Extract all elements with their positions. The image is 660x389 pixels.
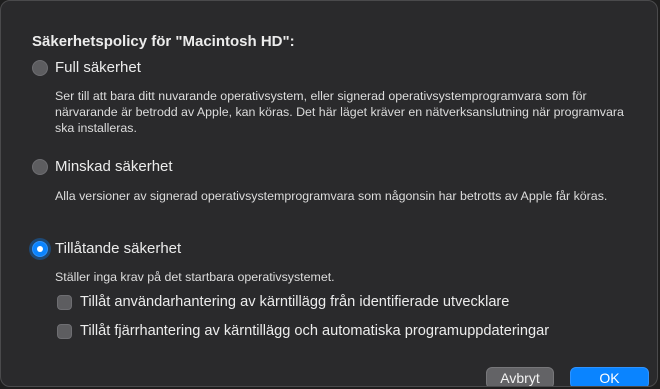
radio-full-security-label: Full säkerhet <box>55 59 141 76</box>
cancel-button[interactable]: Avbryt <box>486 367 554 386</box>
ok-button[interactable]: OK <box>570 367 649 386</box>
checkbox-icon[interactable] <box>57 323 72 339</box>
reduced-security-description: Alla versioner av signerad operativsyste… <box>55 189 608 203</box>
dialog-title: Säkerhetspolicy för "Macintosh HD": <box>32 33 295 50</box>
checkbox-kext-identified-developers-label: Tillåt användarhantering av kärntillägg … <box>80 294 510 310</box>
checkbox-icon[interactable] <box>57 294 72 310</box>
permissive-security-description: Ställer inga krav på det startbara opera… <box>55 270 335 284</box>
checkbox-remote-management-label: Tillåt fjärrhantering av kärntillägg och… <box>80 323 550 339</box>
radio-reduced-security[interactable]: Minskad säkerhet <box>32 158 173 175</box>
radio-button-selected-icon[interactable] <box>32 240 48 257</box>
radio-permissive-security[interactable]: Tillåtande säkerhet <box>32 240 181 257</box>
checkbox-kext-identified-developers[interactable]: Tillåt användarhantering av kärntillägg … <box>57 294 509 310</box>
radio-full-security[interactable]: Full säkerhet <box>32 59 141 76</box>
radio-button-icon[interactable] <box>32 158 48 175</box>
radio-permissive-security-label: Tillåtande säkerhet <box>55 240 182 257</box>
checkbox-remote-management[interactable]: Tillåt fjärrhantering av kärntillägg och… <box>57 323 549 339</box>
security-policy-dialog: Säkerhetspolicy för "Macintosh HD": Full… <box>0 0 658 387</box>
radio-reduced-security-label: Minskad säkerhet <box>55 158 173 175</box>
radio-button-icon[interactable] <box>32 59 48 76</box>
full-security-description: Ser till att bara ditt nuvarande operati… <box>55 89 624 135</box>
